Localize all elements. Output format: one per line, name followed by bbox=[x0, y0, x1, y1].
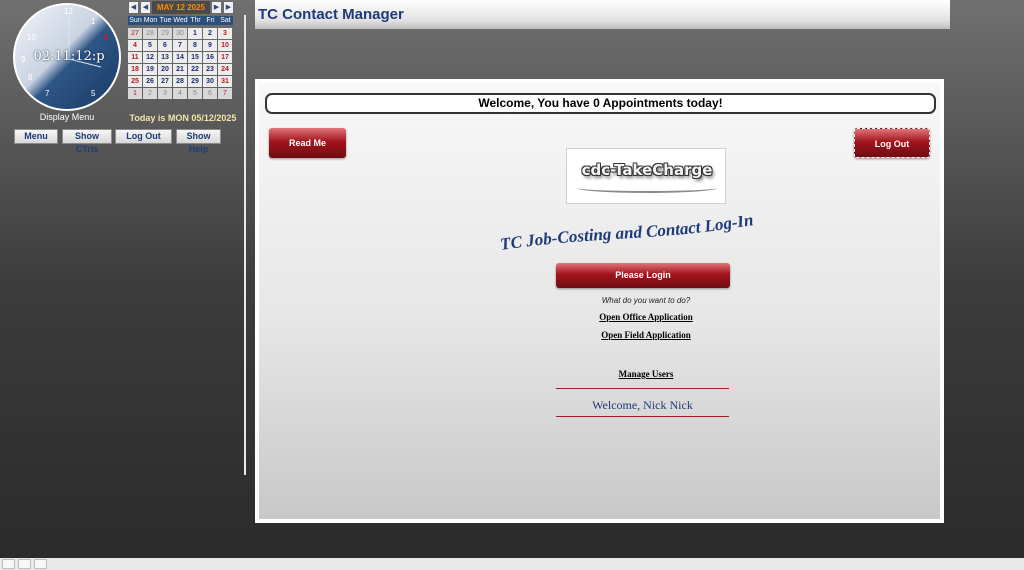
next-month-icon[interactable]: ▶ bbox=[211, 1, 222, 14]
calendar-month-label: MAY 12 2025 bbox=[152, 1, 210, 14]
calendar-day[interactable]: 12 bbox=[143, 52, 157, 63]
divider-top bbox=[556, 388, 729, 389]
prev-month-icon[interactable]: ◀ bbox=[140, 1, 151, 14]
next-year-icon[interactable]: ▶ bbox=[223, 1, 234, 14]
question-text: What do you want to do? bbox=[601, 296, 691, 305]
weekday-label: Sun bbox=[128, 16, 143, 25]
show-help-button[interactable]: Show Help bbox=[176, 129, 221, 154]
logo-swoosh bbox=[577, 183, 717, 193]
main-panel: Welcome, You have 0 Appointments today! … bbox=[255, 79, 944, 523]
calendar-day[interactable]: 8 bbox=[188, 40, 202, 51]
calendar-day[interactable]: 2 bbox=[203, 28, 217, 39]
calendar-day[interactable]: 29 bbox=[188, 76, 202, 87]
welcome-banner: Welcome, You have 0 Appointments today! bbox=[265, 93, 936, 114]
left-log-out-button[interactable]: Log Out bbox=[115, 129, 172, 144]
calendar-day[interactable]: 1 bbox=[188, 28, 202, 39]
clock-numeral-12: 12 bbox=[64, 7, 73, 16]
header-bar: TC Contact Manager bbox=[255, 0, 950, 29]
welcome-user-text: Welcome, Nick Nick bbox=[592, 398, 693, 412]
calendar-day[interactable]: 18 bbox=[128, 64, 142, 75]
manage-users-link[interactable]: Manage Users bbox=[516, 369, 776, 379]
divider-bottom bbox=[556, 416, 729, 417]
calendar-day[interactable]: 10 bbox=[218, 40, 232, 51]
calendar-day[interactable]: 28 bbox=[173, 76, 187, 87]
calendar-day[interactable]: 13 bbox=[158, 52, 172, 63]
calendar-day[interactable]: 21 bbox=[173, 64, 187, 75]
please-login-button[interactable]: Please Login bbox=[556, 263, 730, 288]
weekday-label: Tue bbox=[158, 16, 173, 25]
calendar-day[interactable]: 17 bbox=[218, 52, 232, 63]
weekday-row: Sun Mon Tue Wed Thr Fri Sat bbox=[128, 16, 234, 25]
calendar-day[interactable]: 24 bbox=[218, 64, 232, 75]
calendar-day[interactable]: 31 bbox=[218, 76, 232, 87]
calendar-day[interactable]: 28 bbox=[143, 28, 157, 39]
prev-year-icon[interactable]: ◀ bbox=[128, 1, 139, 14]
weekday-label: Fri bbox=[203, 16, 218, 25]
weekday-label: Thr bbox=[188, 16, 203, 25]
login-title-text: TC Job-Costing and Contact Log-In bbox=[499, 216, 755, 254]
calendar-day[interactable]: 11 bbox=[128, 52, 142, 63]
today-label: Today is MON 05/12/2025 bbox=[129, 113, 237, 123]
calendar-grid: 27 28 29 30 1 2 3 4 5 6 7 8 9 10 11 12 13 14 15 16 17 18 19 20 2… bbox=[128, 28, 234, 99]
calendar-day[interactable]: 6 bbox=[158, 40, 172, 51]
weekday-label: Wed bbox=[173, 16, 188, 25]
calendar-day[interactable]: 4 bbox=[128, 40, 142, 51]
clock-numeral-1: 1 bbox=[91, 17, 96, 26]
company-logo: cdc-TakeCharge bbox=[566, 148, 726, 204]
calendar-day[interactable]: 3 bbox=[218, 28, 232, 39]
calendar-day[interactable]: 6 bbox=[203, 88, 217, 99]
vertical-divider bbox=[244, 15, 246, 475]
mini-calendar: ◀ ◀ MAY 12 2025 ▶ ▶ Sun Mon Tue Wed Thr Fri Sa… bbox=[128, 1, 234, 99]
calendar-day[interactable]: 1 bbox=[128, 88, 142, 99]
calendar-day[interactable]: 16 bbox=[203, 52, 217, 63]
login-title: TC Job-Costing and Contact Log-In bbox=[499, 216, 755, 254]
toolbar-box-3[interactable] bbox=[34, 559, 47, 569]
panel-content: Welcome, You have 0 Appointments today! … bbox=[259, 83, 940, 519]
calendar-day[interactable]: 27 bbox=[158, 76, 172, 87]
weekday-label: Sat bbox=[218, 16, 233, 25]
calendar-day[interactable]: 14 bbox=[173, 52, 187, 63]
weekday-label: Mon bbox=[143, 16, 158, 25]
calendar-day[interactable]: 27 bbox=[128, 28, 142, 39]
read-me-button[interactable]: Read Me bbox=[269, 128, 346, 158]
clock-numeral-7: 7 bbox=[45, 89, 50, 98]
calendar-day[interactable]: 3 bbox=[158, 88, 172, 99]
show-ctrls-button[interactable]: Show CTrls bbox=[62, 129, 112, 154]
display-menu-label[interactable]: Display Menu bbox=[13, 112, 121, 122]
toolbar-box-2[interactable] bbox=[18, 559, 31, 569]
logo-text: cdc-TakeCharge bbox=[581, 161, 713, 179]
calendar-day[interactable]: 4 bbox=[173, 88, 187, 99]
calendar-day[interactable]: 30 bbox=[203, 76, 217, 87]
calendar-day[interactable]: 25 bbox=[128, 76, 142, 87]
calendar-day[interactable]: 30 bbox=[173, 28, 187, 39]
calendar-day[interactable]: 7 bbox=[218, 88, 232, 99]
digital-time: 02:11:12:p bbox=[33, 49, 105, 64]
calendar-day[interactable]: 22 bbox=[188, 64, 202, 75]
clock-numeral-10: 10 bbox=[27, 33, 36, 42]
calendar-day[interactable]: 7 bbox=[173, 40, 187, 51]
calendar-day[interactable]: 2 bbox=[143, 88, 157, 99]
calendar-day[interactable]: 29 bbox=[158, 28, 172, 39]
calendar-day[interactable]: 23 bbox=[203, 64, 217, 75]
app-title: TC Contact Manager bbox=[258, 6, 404, 23]
calendar-day[interactable]: 19 bbox=[143, 64, 157, 75]
analog-clock: 12 1 2 10 9 8 7 5 02:11:12:p bbox=[13, 3, 121, 111]
calendar-day[interactable]: 9 bbox=[203, 40, 217, 51]
clock-numeral-5: 5 bbox=[91, 89, 96, 98]
calendar-day[interactable]: 15 bbox=[188, 52, 202, 63]
calendar-header: ◀ ◀ MAY 12 2025 ▶ ▶ bbox=[128, 1, 234, 14]
toolbar-box-1[interactable] bbox=[2, 559, 15, 569]
bottom-toolbar bbox=[0, 558, 1024, 570]
calendar-day[interactable]: 5 bbox=[188, 88, 202, 99]
clock-numeral-2: 2 bbox=[104, 33, 109, 42]
calendar-day[interactable]: 20 bbox=[158, 64, 172, 75]
clock-numeral-8: 8 bbox=[28, 73, 33, 82]
calendar-day[interactable]: 26 bbox=[143, 76, 157, 87]
open-office-link[interactable]: Open Office Application bbox=[516, 312, 776, 322]
main-log-out-button[interactable]: Log Out bbox=[854, 128, 930, 158]
calendar-day[interactable]: 5 bbox=[143, 40, 157, 51]
menu-button[interactable]: Menu bbox=[14, 129, 58, 144]
open-field-link[interactable]: Open Field Application bbox=[516, 330, 776, 340]
